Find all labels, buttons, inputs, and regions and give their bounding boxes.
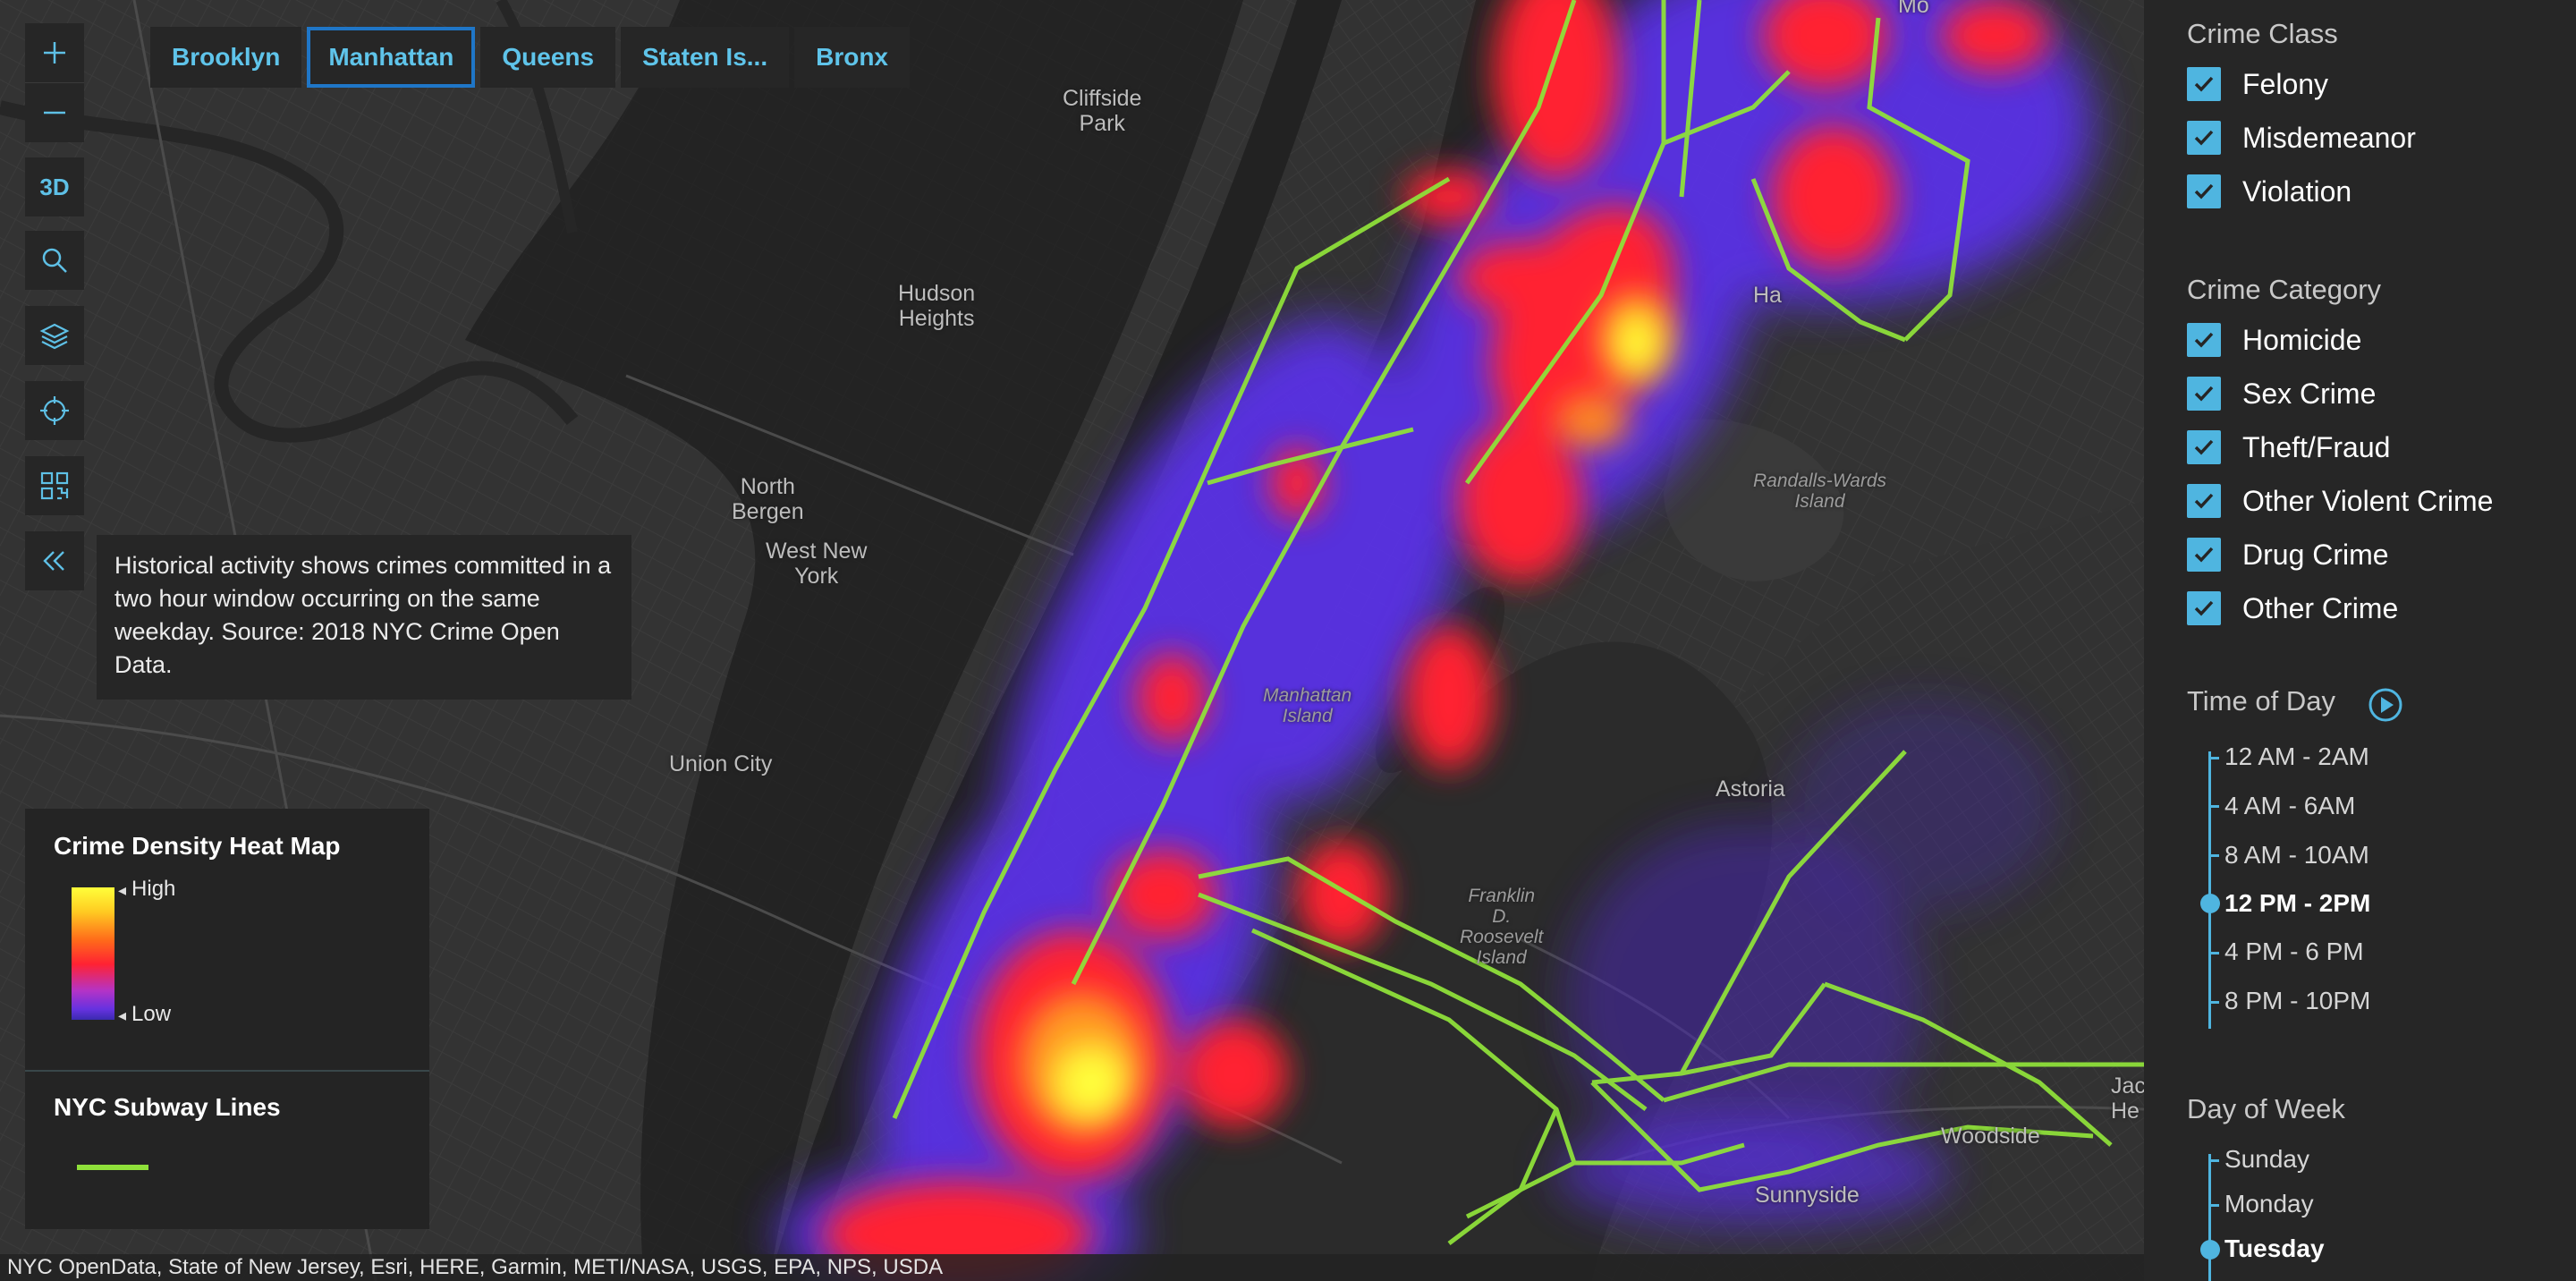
borough-tabs: Brooklyn Manhattan Queens Staten Is... B… xyxy=(150,27,911,88)
plus-icon xyxy=(44,42,65,64)
checkbox-checked-icon xyxy=(2187,174,2221,208)
tab-staten-island[interactable]: Staten Is... xyxy=(621,27,790,88)
time-option[interactable]: 12 AM - 2AM xyxy=(2224,742,2369,771)
filter-panel: Crime Class Felony Misdemeanor Violation… xyxy=(2144,0,2576,1281)
checkbox-checked-icon xyxy=(2187,430,2221,464)
3d-toggle-button[interactable]: 3D xyxy=(25,157,84,216)
collapse-button[interactable] xyxy=(25,531,84,590)
locate-button[interactable] xyxy=(25,381,84,440)
label-union-city: Union City xyxy=(669,751,773,776)
label-north-bergen: North Bergen xyxy=(732,474,804,524)
day-slider-knob[interactable] xyxy=(2200,1240,2220,1260)
legend-high-label: High xyxy=(118,877,175,902)
map-attribution[interactable]: NYC OpenData, State of New Jersey, Esri,… xyxy=(0,1254,2144,1281)
label-manhattan-island: Manhattan Island xyxy=(1263,685,1352,726)
info-tooltip: Historical activity shows crimes committ… xyxy=(97,535,631,700)
checkbox-label: Sex Crime xyxy=(2242,377,2377,410)
heatmap-legend-title: Crime Density Heat Map xyxy=(54,832,341,860)
qr-icon xyxy=(40,471,69,500)
subway-legend-title: NYC Subway Lines xyxy=(54,1093,281,1121)
day-slider-track[interactable] xyxy=(2208,1154,2211,1281)
checkbox-violation[interactable]: Violation xyxy=(2187,172,2351,211)
label-west-new-york: West New York xyxy=(766,539,868,589)
double-chevron-left-icon xyxy=(43,551,64,571)
legend-low-label: Low xyxy=(118,1002,171,1027)
tab-queens[interactable]: Queens xyxy=(480,27,616,88)
checkbox-sex-crime[interactable]: Sex Crime xyxy=(2187,374,2376,413)
day-of-week-title: Day of Week xyxy=(2187,1093,2345,1124)
checkbox-label: Misdemeanor xyxy=(2242,121,2416,154)
checkbox-label: Felony xyxy=(2242,67,2329,100)
time-option[interactable]: 8 PM - 10PM xyxy=(2224,987,2370,1015)
layers-icon xyxy=(39,323,70,350)
checkbox-checked-icon xyxy=(2187,484,2221,518)
crime-class-title: Crime Class xyxy=(2187,18,2338,49)
label-jackson-heights: Jac He xyxy=(2111,1073,2144,1124)
time-slider-knob[interactable] xyxy=(2200,894,2220,913)
label-woodside: Woodside xyxy=(1941,1124,2040,1149)
time-option-selected[interactable]: 12 PM - 2PM xyxy=(2224,889,2370,918)
checkbox-checked-icon xyxy=(2187,591,2221,625)
crosshair-icon xyxy=(40,396,69,425)
time-of-day-title: Time of Day xyxy=(2187,685,2335,717)
label-hudson-heights: Hudson Heights xyxy=(898,281,976,331)
heatmap-gradient xyxy=(72,887,114,1020)
time-option[interactable]: 4 AM - 6AM xyxy=(2224,792,2355,820)
checkbox-label: Theft/Fraud xyxy=(2242,430,2391,463)
layers-button[interactable] xyxy=(25,306,84,365)
label-randalls-wards-island: Randalls-Wards Island xyxy=(1753,471,1886,512)
checkbox-checked-icon xyxy=(2187,377,2221,411)
checkbox-checked-icon xyxy=(2187,121,2221,155)
play-circle-icon[interactable] xyxy=(2368,687,2403,723)
checkbox-other-violent-crime[interactable]: Other Violent Crime xyxy=(2187,481,2493,521)
map-view[interactable]: Cliffside Park Hudson Heights North Berg… xyxy=(0,0,2144,1281)
checkbox-misdemeanor[interactable]: Misdemeanor xyxy=(2187,118,2416,157)
checkbox-drug-crime[interactable]: Drug Crime xyxy=(2187,535,2389,574)
day-option-selected[interactable]: Tuesday xyxy=(2224,1234,2325,1263)
time-option[interactable]: 8 AM - 10AM xyxy=(2224,841,2369,870)
tab-brooklyn[interactable]: Brooklyn xyxy=(150,27,302,88)
legend-divider xyxy=(25,1070,429,1072)
search-button[interactable] xyxy=(25,231,84,290)
checkbox-label: Other Violent Crime xyxy=(2242,484,2494,517)
crime-category-title: Crime Category xyxy=(2187,274,2382,305)
tab-manhattan[interactable]: Manhattan xyxy=(307,27,476,88)
checkbox-felony[interactable]: Felony xyxy=(2187,64,2328,104)
label-mott-haven: Mo xyxy=(1898,0,1929,18)
checkbox-checked-icon xyxy=(2187,323,2221,357)
subway-line-swatch xyxy=(77,1165,148,1170)
label-sunnyside: Sunnyside xyxy=(1755,1183,1860,1208)
checkbox-label: Violation xyxy=(2242,174,2352,208)
checkbox-theft-fraud[interactable]: Theft/Fraud xyxy=(2187,428,2390,467)
checkbox-homicide[interactable]: Homicide xyxy=(2187,320,2361,360)
label-astoria: Astoria xyxy=(1716,776,1785,802)
minus-icon xyxy=(44,111,65,115)
checkbox-checked-icon xyxy=(2187,67,2221,101)
time-option[interactable]: 4 PM - 6 PM xyxy=(2224,937,2364,966)
checkbox-label: Drug Crime xyxy=(2242,538,2389,571)
label-harlem: Ha xyxy=(1753,283,1782,308)
time-slider-track[interactable] xyxy=(2208,751,2211,1029)
label-cliffside-park: Cliffside Park xyxy=(1063,86,1142,136)
checkbox-other-crime[interactable]: Other Crime xyxy=(2187,589,2398,628)
map-legend: Crime Density Heat Map High Low NYC Subw… xyxy=(25,809,429,1229)
checkbox-label: Other Crime xyxy=(2242,591,2399,624)
zoom-out-button[interactable] xyxy=(25,82,84,142)
checkbox-label: Homicide xyxy=(2242,323,2362,356)
checkbox-checked-icon xyxy=(2187,538,2221,572)
label-franklin-roosevelt-island: Franklin D. Roosevelt Island xyxy=(1460,886,1544,968)
zoom-in-button[interactable] xyxy=(25,23,84,82)
qr-button[interactable] xyxy=(25,456,84,515)
day-option[interactable]: Sunday xyxy=(2224,1145,2309,1174)
tab-bronx[interactable]: Bronx xyxy=(794,27,911,88)
day-option[interactable]: Monday xyxy=(2224,1190,2314,1218)
search-icon xyxy=(42,248,67,273)
